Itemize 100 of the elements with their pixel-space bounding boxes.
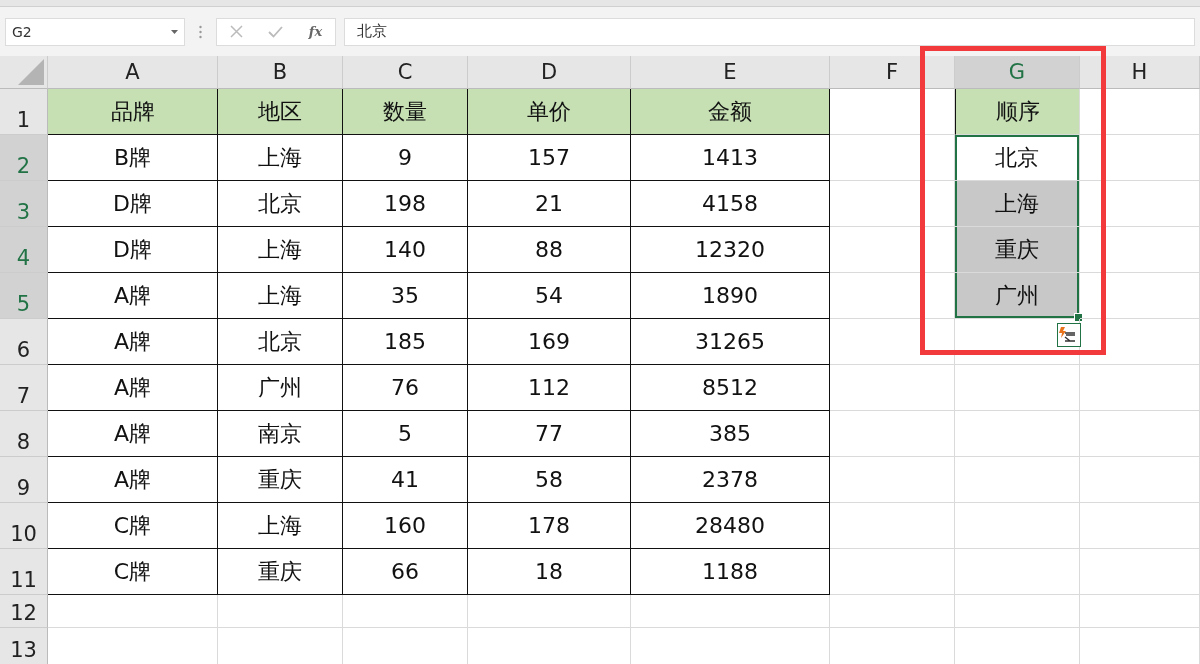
table-cell[interactable]: 北京	[218, 181, 343, 227]
check-icon[interactable]	[268, 25, 284, 38]
row-header[interactable]: 11	[0, 549, 48, 595]
table-cell[interactable]: 35	[343, 273, 468, 319]
empty-cell[interactable]	[955, 365, 1080, 411]
empty-cell[interactable]	[830, 595, 955, 628]
empty-cell[interactable]	[631, 595, 830, 628]
table-cell[interactable]: A牌	[48, 457, 218, 503]
table-cell[interactable]: 160	[343, 503, 468, 549]
empty-cell[interactable]	[1080, 411, 1200, 457]
table-cell[interactable]: C牌	[48, 549, 218, 595]
row-header[interactable]: 5	[0, 273, 48, 319]
table-cell[interactable]: 12320	[631, 227, 830, 273]
column-header[interactable]: D	[468, 56, 631, 89]
row-header[interactable]: 12	[0, 595, 48, 628]
table-cell[interactable]: 54	[468, 273, 631, 319]
table-cell[interactable]: 广州	[218, 365, 343, 411]
empty-cell[interactable]	[1080, 365, 1200, 411]
name-box[interactable]: G2	[5, 17, 185, 46]
table-cell[interactable]: 88	[468, 227, 631, 273]
empty-cell[interactable]	[955, 549, 1080, 595]
table-cell[interactable]: 南京	[218, 411, 343, 457]
column-header[interactable]: A	[48, 56, 218, 89]
row-header[interactable]: 10	[0, 503, 48, 549]
column-header[interactable]: F	[830, 56, 955, 89]
empty-cell[interactable]	[468, 595, 631, 628]
row-header[interactable]: 1	[0, 89, 48, 135]
table-header-cell[interactable]: 单价	[468, 89, 631, 135]
empty-cell[interactable]	[1080, 319, 1200, 365]
table-cell[interactable]: 上海	[955, 181, 1080, 227]
table-cell[interactable]: 重庆	[955, 227, 1080, 273]
table-cell[interactable]: 169	[468, 319, 631, 365]
table-cell[interactable]: 178	[468, 503, 631, 549]
table-header-cell[interactable]: 顺序	[955, 89, 1080, 135]
column-header[interactable]: G	[955, 56, 1080, 89]
table-cell[interactable]: 198	[343, 181, 468, 227]
table-cell[interactable]: 8512	[631, 365, 830, 411]
column-header[interactable]: C	[343, 56, 468, 89]
empty-cell[interactable]	[955, 457, 1080, 503]
row-header[interactable]: 13	[0, 628, 48, 664]
empty-cell[interactable]	[955, 319, 1080, 365]
empty-cell[interactable]	[955, 595, 1080, 628]
table-cell[interactable]: 31265	[631, 319, 830, 365]
table-cell[interactable]: 58	[468, 457, 631, 503]
empty-cell[interactable]	[1080, 457, 1200, 503]
table-cell[interactable]: 385	[631, 411, 830, 457]
row-header[interactable]: 6	[0, 319, 48, 365]
table-cell[interactable]: 上海	[218, 135, 343, 181]
column-header[interactable]: E	[631, 56, 830, 89]
table-cell[interactable]: A牌	[48, 273, 218, 319]
row-header[interactable]: 8	[0, 411, 48, 457]
active-cell[interactable]: 北京	[955, 135, 1080, 181]
table-cell[interactable]: 76	[343, 365, 468, 411]
table-cell[interactable]: 1188	[631, 549, 830, 595]
table-cell[interactable]: 上海	[218, 273, 343, 319]
row-header[interactable]: 4	[0, 227, 48, 273]
table-cell[interactable]: 上海	[218, 227, 343, 273]
empty-cell[interactable]	[343, 595, 468, 628]
table-cell[interactable]: 上海	[218, 503, 343, 549]
row-header[interactable]: 3	[0, 181, 48, 227]
table-cell[interactable]: 5	[343, 411, 468, 457]
quick-analysis-icon[interactable]	[1057, 323, 1081, 347]
table-cell[interactable]: 66	[343, 549, 468, 595]
table-cell[interactable]: 77	[468, 411, 631, 457]
table-cell[interactable]: 2378	[631, 457, 830, 503]
row-header[interactable]: 7	[0, 365, 48, 411]
table-cell[interactable]: 重庆	[218, 549, 343, 595]
empty-cell[interactable]	[955, 411, 1080, 457]
table-cell[interactable]: A牌	[48, 319, 218, 365]
column-header[interactable]: B	[218, 56, 343, 89]
table-cell[interactable]: 北京	[218, 319, 343, 365]
table-cell[interactable]: 41	[343, 457, 468, 503]
empty-cell[interactable]	[1080, 503, 1200, 549]
row-header[interactable]: 2	[0, 135, 48, 181]
table-cell[interactable]: D牌	[48, 181, 218, 227]
empty-cell[interactable]	[955, 503, 1080, 549]
table-cell[interactable]: C牌	[48, 503, 218, 549]
dropdown-caret-icon[interactable]	[171, 29, 178, 34]
formula-input[interactable]: 北京	[344, 17, 1195, 46]
empty-cell[interactable]	[218, 595, 343, 628]
table-cell[interactable]: 21	[468, 181, 631, 227]
fill-handle[interactable]	[1074, 313, 1083, 322]
insert-function-button[interactable]: fx	[308, 24, 323, 39]
select-all-button[interactable]	[0, 56, 48, 89]
table-cell[interactable]: 28480	[631, 503, 830, 549]
table-header-cell[interactable]: 数量	[343, 89, 468, 135]
cancel-icon[interactable]	[229, 25, 243, 38]
table-cell[interactable]: 重庆	[218, 457, 343, 503]
table-cell[interactable]: D牌	[48, 227, 218, 273]
table-cell[interactable]: 1413	[631, 135, 830, 181]
table-cell[interactable]: 1890	[631, 273, 830, 319]
table-cell[interactable]: A牌	[48, 365, 218, 411]
empty-cell[interactable]	[1080, 549, 1200, 595]
row-header[interactable]: 9	[0, 457, 48, 503]
table-cell[interactable]: B牌	[48, 135, 218, 181]
empty-cell[interactable]	[1080, 595, 1200, 628]
table-cell[interactable]: 4158	[631, 181, 830, 227]
table-cell[interactable]: 广州	[955, 273, 1080, 319]
table-header-cell[interactable]: 地区	[218, 89, 343, 135]
table-header-cell[interactable]: 品牌	[48, 89, 218, 135]
